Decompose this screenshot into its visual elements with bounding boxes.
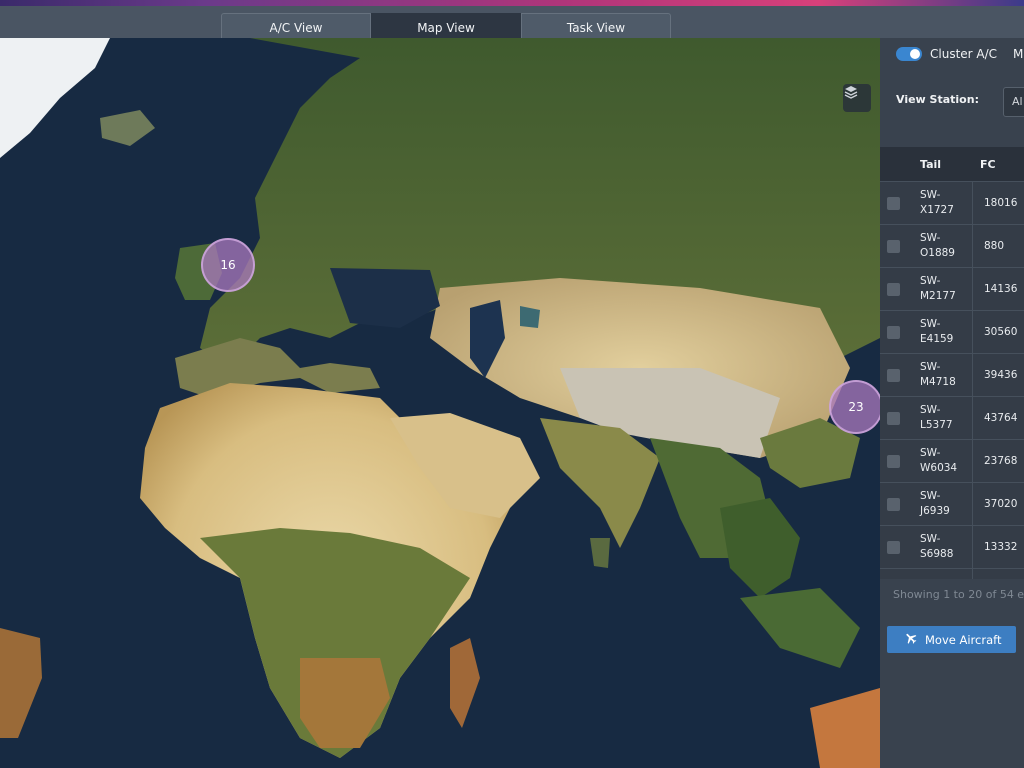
tail-prefix: SW-	[920, 275, 941, 287]
tail-number: M4718	[920, 376, 956, 388]
view-station-select[interactable]: Al	[1003, 87, 1024, 117]
fc-cell: 18016	[984, 197, 1018, 209]
tail-prefix: SW-	[920, 404, 941, 416]
row-checkbox[interactable]	[887, 540, 900, 554]
aircraft-table: Tail FC SW- X1727 18016 SW- O1889 880 SW- M2177…	[880, 147, 1024, 579]
map-layers-button[interactable]	[843, 84, 871, 112]
tail-number: S6988	[920, 548, 954, 560]
row-checkbox[interactable]	[887, 411, 900, 425]
tail-cell: SW- J6939	[920, 489, 972, 519]
cluster-ac-label: Cluster A/C	[930, 47, 998, 61]
tail-cell: SW- X1727	[920, 188, 972, 218]
fc-cell: 14136	[984, 283, 1018, 295]
cluster-toggle-row: Cluster A/C Ma	[896, 47, 1024, 61]
map-terrain	[0, 38, 880, 768]
table-row[interactable]: SW- J6939 37020	[880, 482, 1024, 526]
tail-number: J6939	[920, 505, 950, 517]
tail-prefix: SW-	[920, 189, 941, 201]
table-row[interactable]: SW-	[880, 568, 1024, 579]
tail-cell: SW- M2177	[920, 274, 972, 304]
airplane-icon	[904, 631, 918, 648]
tail-number: E4159	[920, 333, 954, 345]
tail-cell: SW- L5377	[920, 403, 972, 433]
aircraft-cluster-europe[interactable]: 16	[201, 238, 255, 292]
fc-cell: 39436	[984, 369, 1018, 381]
move-aircraft-button[interactable]: Move Aircraft	[887, 626, 1016, 653]
world-map[interactable]: 16 23	[0, 38, 880, 768]
fc-column-header[interactable]: FC	[980, 158, 1020, 171]
view-station-label: View Station:	[896, 93, 979, 106]
row-checkbox[interactable]	[887, 196, 900, 210]
table-row[interactable]: SW- M2177 14136	[880, 267, 1024, 311]
fc-cell: 880	[984, 240, 1005, 252]
pagination-info: Showing 1 to 20 of 54 en	[893, 588, 1024, 601]
table-row[interactable]: SW- S6988 13332	[880, 525, 1024, 569]
tail-number: M2177	[920, 290, 956, 302]
table-row[interactable]: SW- E4159 30560	[880, 310, 1024, 354]
row-checkbox[interactable]	[887, 239, 900, 253]
table-header: Tail FC	[880, 147, 1024, 181]
row-checkbox[interactable]	[887, 368, 900, 382]
tail-number: W6034	[920, 462, 958, 474]
tail-prefix: SW-	[920, 232, 941, 244]
row-checkbox[interactable]	[887, 454, 900, 468]
tail-prefix: SW-	[920, 318, 941, 330]
tail-cell: SW- W6034	[920, 446, 972, 476]
cluster-ac-toggle[interactable]	[896, 47, 922, 61]
aircraft-side-panel: Cluster A/C Ma View Station: Al Tail FC …	[880, 38, 1024, 768]
table-row[interactable]: SW- W6034 23768	[880, 439, 1024, 483]
tail-number: O1889	[920, 247, 955, 259]
fc-cell: 37020	[984, 498, 1018, 510]
tail-cell: SW- E4159	[920, 317, 972, 347]
cell-divider	[972, 568, 973, 579]
fc-cell: 13332	[984, 541, 1018, 553]
row-checkbox[interactable]	[887, 325, 900, 339]
tail-prefix: SW-	[920, 490, 941, 502]
move-aircraft-label: Move Aircraft	[925, 632, 1002, 647]
fc-cell: 23768	[984, 455, 1018, 467]
fc-cell: 43764	[984, 412, 1018, 424]
tail-number: L5377	[920, 419, 953, 431]
tail-column-header[interactable]: Tail	[920, 158, 980, 171]
tail-cell: SW- M4718	[920, 360, 972, 390]
aircraft-cluster-asia[interactable]: 23	[829, 380, 880, 434]
tail-prefix: SW-	[920, 447, 941, 459]
tail-cell: SW- S6988	[920, 532, 972, 562]
secondary-toggle-label: Ma	[1013, 47, 1024, 61]
table-row[interactable]: SW- X1727 18016	[880, 181, 1024, 225]
tail-cell: SW- O1889	[920, 231, 972, 261]
row-checkbox[interactable]	[887, 497, 900, 511]
row-checkbox[interactable]	[887, 282, 900, 296]
tail-number: X1727	[920, 204, 954, 216]
table-row[interactable]: SW- L5377 43764	[880, 396, 1024, 440]
fc-cell: 30560	[984, 326, 1018, 338]
table-row[interactable]: SW- M4718 39436	[880, 353, 1024, 397]
tail-prefix: SW-	[920, 533, 941, 545]
table-row[interactable]: SW- O1889 880	[880, 224, 1024, 268]
header-bar: A/C View Map View Task View	[0, 6, 1024, 43]
tail-prefix: SW-	[920, 361, 941, 373]
